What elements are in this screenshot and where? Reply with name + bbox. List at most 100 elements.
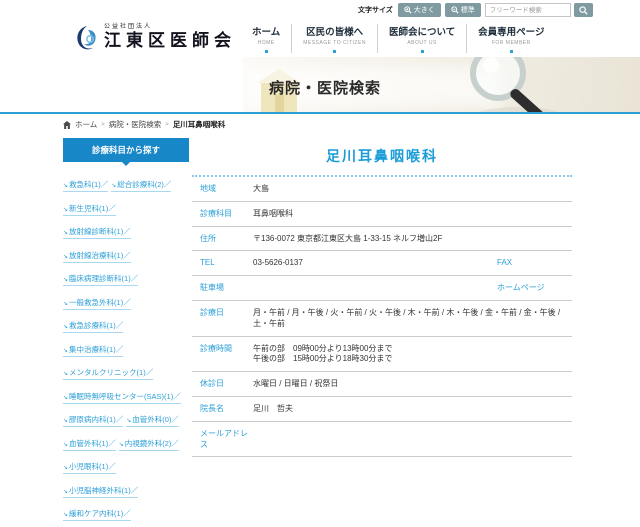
sidebar-department-link[interactable]: ↘小児眼科(1)／ bbox=[63, 461, 116, 474]
breadcrumb-separator: > bbox=[165, 122, 169, 128]
font-standard-button[interactable]: 標準 bbox=[445, 3, 481, 17]
nav-dot-icon bbox=[421, 50, 424, 53]
header-divider bbox=[0, 112, 640, 114]
sidebar-department-link[interactable]: ↘血管外科(0)／ bbox=[126, 414, 179, 427]
nav-item[interactable]: 医師会について ABOUT US bbox=[377, 24, 466, 53]
nav-item-label: ホーム bbox=[252, 24, 280, 38]
page-title: 病院・医院検索 bbox=[269, 77, 381, 98]
department-row: ↘救急診療科(1)／ bbox=[63, 315, 189, 333]
row-label: 休診日 bbox=[200, 379, 253, 390]
department-row: ↘メンタルクリニック(1)／ bbox=[63, 362, 189, 380]
diagonal-arrow-icon: ↘ bbox=[63, 301, 68, 307]
nav-dot-icon bbox=[265, 50, 268, 53]
hours-morning: 午前の部 09時00分より13時00分まで bbox=[253, 344, 392, 355]
row-label: 診療日 bbox=[200, 308, 253, 319]
nav-item[interactable]: ホーム HOME bbox=[241, 24, 291, 53]
breadcrumb-home-link[interactable]: ホーム bbox=[75, 119, 97, 130]
sidebar-department-link[interactable]: ↘膠原病内科(1)／ bbox=[63, 414, 123, 427]
diagonal-arrow-icon: ↘ bbox=[63, 324, 68, 330]
table-row-email: メールアドレス bbox=[192, 422, 572, 458]
department-sidebar: 診療科目から探す ↘救急科(1)／↘総合診療科(2)／ ↘新生児科(1)／ ↘放射線… bbox=[63, 138, 189, 527]
org-name: 江東区医師会 bbox=[104, 32, 236, 49]
row-label: メールアドレス bbox=[200, 429, 253, 451]
search-button[interactable] bbox=[574, 3, 593, 17]
free-word-search-input[interactable] bbox=[485, 3, 571, 17]
row-value: 午前の部 09時00分より13時00分まで 午後の部 15時00分より18時30… bbox=[253, 344, 392, 366]
hours-afternoon: 午後の部 15時00分より18時30分まで bbox=[253, 354, 392, 365]
font-size-label: 文字サイズ bbox=[358, 5, 393, 15]
font-standard-label: 標準 bbox=[461, 5, 475, 15]
font-larger-label: 大きく bbox=[414, 5, 435, 15]
clinic-info-table: 地域 大島 診療科目 耳鼻咽喉科 住所 〒136-0072 東京都江東区大島 1… bbox=[192, 177, 572, 457]
department-link-list: ↘救急科(1)／↘総合診療科(2)／ ↘新生児科(1)／ ↘放射線診断科(1)／ ↘放… bbox=[63, 174, 189, 521]
sidebar-department-link[interactable]: ↘臨床病理診断科(1)／ bbox=[63, 273, 138, 286]
nav-item-sublabel: HOME bbox=[252, 40, 280, 46]
diagonal-arrow-icon: ↘ bbox=[63, 512, 68, 518]
diagonal-arrow-icon: ↘ bbox=[63, 183, 68, 189]
homepage-link[interactable]: ホームページ bbox=[497, 283, 545, 294]
row-value: 03-5626-0137 bbox=[253, 258, 303, 269]
row-value: 大島 bbox=[253, 184, 269, 195]
department-row: ↘小児眼科(1)／ bbox=[63, 456, 189, 474]
nav-item-label: 医師会について bbox=[389, 24, 455, 38]
font-larger-button[interactable]: 大きく bbox=[398, 3, 441, 17]
breadcrumb: ホーム > 病院・医院検索 > 足川耳鼻咽喉科 bbox=[63, 119, 225, 130]
breadcrumb-section-link[interactable]: 病院・医院検索 bbox=[109, 119, 162, 130]
sidebar-department-link[interactable]: ↘救急診療科(1)／ bbox=[63, 320, 123, 333]
diagonal-arrow-icon: ↘ bbox=[63, 489, 68, 495]
sidebar-department-link[interactable]: ↘緩和ケア内科(1)／ bbox=[63, 508, 131, 521]
row-value: 水曜日 / 日曜日 / 祝祭日 bbox=[253, 379, 338, 390]
zoom-out-icon bbox=[451, 6, 459, 14]
nav-dot-icon bbox=[333, 50, 336, 53]
sidebar-department-link[interactable]: ↘血管外科(1)／ bbox=[63, 438, 116, 451]
sidebar-department-link[interactable]: ↘放射線診断科(1)／ bbox=[63, 226, 131, 239]
home-icon bbox=[63, 121, 71, 129]
sidebar-department-link[interactable]: ↘小児脳神経外科(1)／ bbox=[63, 485, 138, 498]
row-label: 診療科目 bbox=[200, 209, 253, 220]
sidebar-department-link[interactable]: ↘睡眠時無呼吸センター(SAS)(1)／ bbox=[63, 391, 181, 404]
diagonal-arrow-icon: ↘ bbox=[63, 465, 68, 471]
breadcrumb-current-page: 足川耳鼻咽喉科 bbox=[173, 119, 226, 130]
sidebar-department-link[interactable]: ↘総合診療科(2)／ bbox=[111, 179, 171, 192]
sidebar-department-link[interactable]: ↘集中治療科(1)／ bbox=[63, 344, 123, 357]
zoom-in-icon bbox=[404, 6, 412, 14]
sidebar-department-link[interactable]: ↘内視鏡外科(2)／ bbox=[119, 438, 179, 451]
department-row: ↘緩和ケア内科(1)／ bbox=[63, 503, 189, 521]
medical-association-logo-icon bbox=[74, 24, 100, 52]
nav-item-label: 区民の皆様へ bbox=[303, 24, 366, 38]
search-icon bbox=[579, 3, 588, 18]
row-label: TEL bbox=[200, 258, 253, 269]
nav-item-sublabel: ABOUT US bbox=[389, 40, 455, 46]
table-row-consultation-days: 診療日 月・午前 / 月・午後 / 火・午前 / 火・午後 / 木・午前 / 木… bbox=[192, 301, 572, 337]
table-row-department: 診療科目 耳鼻咽喉科 bbox=[192, 202, 572, 227]
department-row: ↘放射線治療科(1)／ bbox=[63, 245, 189, 263]
site-logo[interactable]: 公益社団法人 江東区医師会 bbox=[74, 24, 236, 52]
diagonal-arrow-icon: ↘ bbox=[119, 442, 124, 448]
sidebar-department-link[interactable]: ↘メンタルクリニック(1)／ bbox=[63, 367, 153, 380]
nav-item[interactable]: 区民の皆様へ MESSAGE TO CITIZEN bbox=[291, 24, 377, 53]
department-row: ↘一般救急外科(1)／ bbox=[63, 292, 189, 310]
diagonal-arrow-icon: ↘ bbox=[63, 442, 68, 448]
sidebar-department-link[interactable]: ↘放射線治療科(1)／ bbox=[63, 250, 131, 263]
diagonal-arrow-icon: ↘ bbox=[126, 418, 131, 424]
nav-item-sublabel: FOR MEMBER bbox=[478, 40, 544, 46]
department-row: ↘救急科(1)／↘総合診療科(2)／ bbox=[63, 174, 189, 192]
nav-item[interactable]: 会員専用ページ FOR MEMBER bbox=[466, 24, 555, 53]
department-row: ↘新生児科(1)／ bbox=[63, 198, 189, 216]
sidebar-department-link[interactable]: ↘新生児科(1)／ bbox=[63, 203, 116, 216]
sidebar-department-link[interactable]: ↘一般救急外科(1)／ bbox=[63, 297, 131, 310]
clinic-name-title: 足川耳鼻咽喉科 bbox=[192, 146, 572, 166]
table-row-area: 地域 大島 bbox=[192, 177, 572, 202]
department-row: ↘血管外科(1)／↘内視鏡外科(2)／ bbox=[63, 433, 189, 451]
nav-item-label: 会員専用ページ bbox=[478, 24, 544, 38]
diagonal-arrow-icon: ↘ bbox=[111, 183, 116, 189]
department-row: ↘放射線診断科(1)／ bbox=[63, 221, 189, 239]
sidebar-department-link[interactable]: ↘救急科(1)／ bbox=[63, 179, 108, 192]
site-header: 文字サイズ 大きく 標準 公益 bbox=[0, 0, 640, 57]
row-value: 月・午前 / 月・午後 / 火・午前 / 火・午後 / 木・午前 / 木・午後 … bbox=[253, 308, 572, 330]
search-by-department-header[interactable]: 診療科目から探す bbox=[63, 138, 189, 162]
page-banner: 病院・医院検索 bbox=[243, 57, 640, 112]
row-label: 住所 bbox=[200, 234, 253, 245]
row-label: 院長名 bbox=[200, 404, 253, 415]
department-row: ↘膠原病内科(1)／↘血管外科(0)／ bbox=[63, 409, 189, 427]
